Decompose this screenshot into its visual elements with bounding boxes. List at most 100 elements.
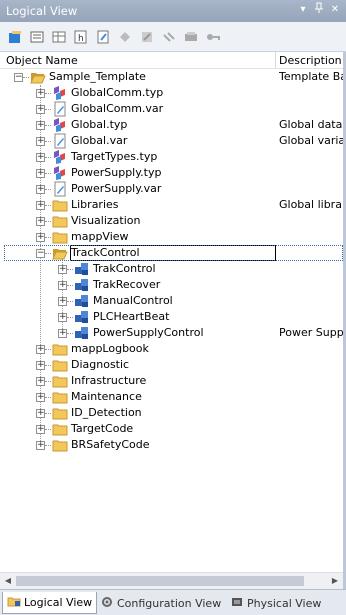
tree-row[interactable]: + ID_Detection (0, 405, 343, 421)
program-icon (74, 293, 90, 309)
tab-label: Configuration View (117, 596, 222, 610)
folder-icon (52, 405, 68, 421)
expand-icon[interactable]: + (36, 137, 45, 146)
expand-icon[interactable]: + (36, 441, 45, 450)
expand-icon[interactable]: + (36, 121, 45, 130)
folder-icon (52, 341, 68, 357)
tree-item-label: Diagnostic (71, 358, 130, 371)
expand-icon[interactable]: + (36, 89, 45, 98)
edit-icon[interactable] (138, 28, 156, 46)
tree-item-description (279, 342, 343, 356)
column-object-name[interactable]: Object Name (0, 52, 276, 68)
pin-dropdown-icon[interactable]: ▾ (296, 2, 310, 18)
datatype-file-icon (52, 117, 68, 133)
tab-logical-view[interactable]: Logical View (2, 592, 98, 614)
horizontal-scrollbar[interactable]: ◀ ▶ (0, 572, 343, 589)
tree-item-label: mappView (71, 230, 129, 243)
key-icon[interactable] (204, 28, 222, 46)
tree-row[interactable]: + TrakControl (0, 261, 343, 277)
expand-icon[interactable]: + (36, 169, 45, 178)
tree-row[interactable]: + GlobalComm.typ (0, 85, 343, 101)
tree-row[interactable]: + Global.var Global variab (0, 133, 343, 149)
tree-row[interactable]: − Sample_Template Template Ba (0, 69, 343, 85)
tree-row[interactable]: + GlobalComm.var (0, 101, 343, 117)
program-icon (74, 277, 90, 293)
expand-icon[interactable]: + (36, 105, 45, 114)
tree-row[interactable]: + Diagnostic (0, 357, 343, 373)
tree-row[interactable]: + PowerSupplyControl Power Suppl (0, 325, 343, 341)
properties-icon[interactable] (28, 28, 46, 46)
expand-icon[interactable]: + (36, 393, 45, 402)
tree-row[interactable]: + TrakRecover (0, 277, 343, 293)
expand-icon[interactable]: + (36, 185, 45, 194)
expand-icon[interactable]: + (36, 361, 45, 370)
scroll-left-icon[interactable]: ◀ (3, 576, 13, 586)
datatype-file-icon (52, 149, 68, 165)
tree-item-description: Global data t (279, 118, 343, 131)
tree-item-description (279, 374, 343, 388)
tree-row[interactable]: + PowerSupply.var (0, 181, 343, 197)
expand-icon[interactable]: + (36, 153, 45, 162)
tree-item-description (279, 86, 343, 100)
expand-icon[interactable]: + (36, 425, 45, 434)
tree-row[interactable]: + PowerSupply.typ (0, 165, 343, 181)
auto-hide-pin-icon[interactable] (312, 2, 326, 18)
tab-physical-view[interactable]: Physical View (226, 592, 325, 614)
expand-icon[interactable]: + (58, 281, 67, 290)
tree-row[interactable]: + Maintenance (0, 389, 343, 405)
expand-icon[interactable]: + (36, 217, 45, 226)
expand-icon[interactable]: + (36, 233, 45, 242)
expand-icon[interactable]: + (36, 201, 45, 210)
tree-row[interactable]: + Global.typ Global data t (0, 117, 343, 133)
expand-icon[interactable]: + (36, 345, 45, 354)
tree-row[interactable]: + ManualControl (0, 293, 343, 309)
tree-item-label: Libraries (71, 198, 119, 211)
expand-icon[interactable]: + (58, 313, 67, 322)
variable-file-icon (52, 133, 68, 149)
folder-icon (52, 421, 68, 437)
transfer-icon[interactable] (182, 28, 200, 46)
tree-row[interactable]: + Visualization (0, 213, 343, 229)
scrollbar-thumb[interactable] (16, 576, 304, 586)
tree-item-label: PLCHeartBeat (93, 310, 170, 323)
expand-icon[interactable]: + (58, 329, 67, 338)
datatype-icon[interactable] (116, 28, 134, 46)
tree-item-label: GlobalComm.typ (71, 86, 164, 99)
column-description[interactable]: Description (276, 52, 342, 68)
tree-row[interactable]: + Libraries Global librarie (0, 197, 343, 213)
tree-row[interactable]: + Infrastructure (0, 373, 343, 389)
tree-row[interactable]: + mappView (0, 229, 343, 245)
datatype-file-icon (52, 165, 68, 181)
tree-row[interactable]: + TargetCode (0, 421, 343, 437)
close-icon[interactable]: ✕ (328, 2, 342, 18)
scroll-right-icon[interactable]: ▶ (330, 576, 340, 586)
tree-row[interactable]: + PLCHeartBeat (0, 309, 343, 325)
table-icon[interactable] (50, 28, 68, 46)
folder-icon (52, 437, 68, 453)
link-icon[interactable] (160, 28, 178, 46)
tree-item-description (279, 278, 343, 292)
tree-item-label: BRSafetyCode (71, 438, 150, 451)
tree-row[interactable]: + mappLogbook (0, 341, 343, 357)
tree-item-description (279, 406, 343, 420)
expand-icon[interactable]: + (36, 377, 45, 386)
tree-row[interactable]: + BRSafetyCode (0, 437, 343, 453)
collapse-icon[interactable]: − (14, 73, 23, 82)
expand-icon[interactable]: + (36, 409, 45, 418)
tree-view: Object Name Description − Sample_Template… (0, 52, 343, 572)
expand-icon[interactable]: + (58, 265, 67, 274)
expand-icon[interactable]: + (58, 297, 67, 306)
tree-item-description (279, 262, 343, 276)
program-icon (74, 261, 90, 277)
tree-row[interactable]: − TrackControl (0, 245, 343, 261)
tab-label: Logical View (24, 596, 93, 609)
header-icon[interactable]: h (72, 28, 90, 46)
folder-icon (52, 357, 68, 373)
add-object-icon[interactable] (6, 28, 24, 46)
toolbar: h (0, 22, 346, 52)
tab-label: Physical View (247, 596, 322, 610)
tree-item-label: ID_Detection (71, 406, 142, 419)
variable-icon[interactable] (94, 28, 112, 46)
tree-row[interactable]: + TargetTypes.typ (0, 149, 343, 165)
tab-configuration-view[interactable]: Configuration View (96, 592, 225, 614)
